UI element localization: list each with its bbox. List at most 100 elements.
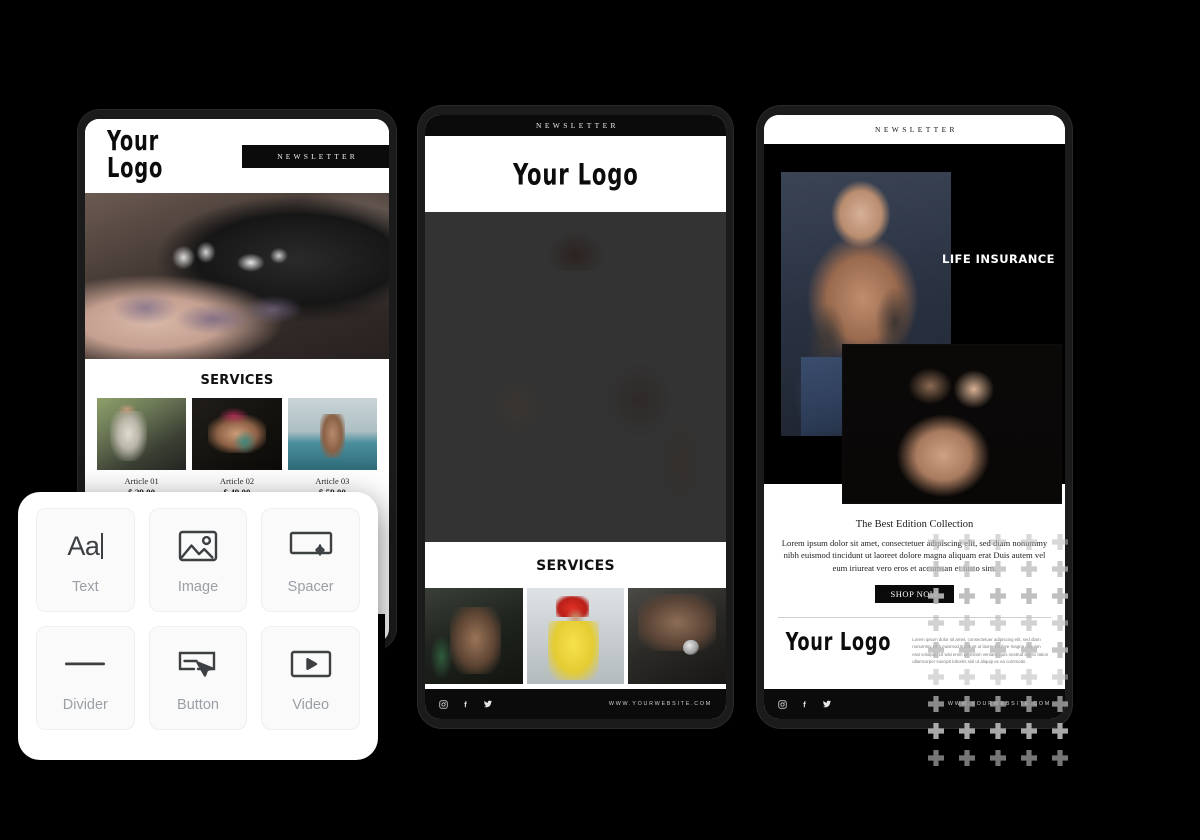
phone-b-screen: NEWSLETTER Your Logo SERVICES WWW.YOURWE… [425, 115, 726, 719]
phone-a-services-block: SERVICES [85, 359, 389, 398]
block-tile-image[interactable]: Image [148, 508, 248, 612]
phone-a-services-title: SERVICES [200, 373, 274, 388]
plus-shape [959, 750, 975, 766]
instagram-icon[interactable] [439, 699, 448, 709]
block-tile-text[interactable]: Aa Text [36, 508, 135, 612]
phone-mockup-right: NEWSLETTER LIFE INSURANCE The Best Editi… [757, 106, 1072, 728]
plus-shape [990, 588, 1006, 604]
plus-shape [1021, 642, 1037, 658]
phone-b-gallery [425, 588, 726, 684]
plus-shape [928, 669, 944, 685]
plus-shape [959, 534, 975, 550]
plus-shape [928, 588, 944, 604]
block-tile-spacer[interactable]: Spacer [261, 508, 360, 612]
text-aa-icon: Aa [67, 525, 104, 567]
plus-shape [928, 534, 944, 550]
block-tile-label: Button [177, 697, 219, 713]
article-card[interactable]: Article 03 $ 59.00 [287, 398, 377, 498]
article-thumb [192, 398, 282, 470]
block-picker-panel: Aa Text Image Spacer Divider Button Vide… [18, 492, 378, 760]
phone-c-logo: Your Logo [785, 628, 892, 657]
article-card[interactable]: Article 02 $ 49.00 [192, 398, 282, 498]
article-name: Article 01 [124, 476, 159, 486]
plus-shape [928, 696, 944, 712]
plus-shape [928, 615, 944, 631]
phone-b-footer: WWW.YOURWEBSITE.COM [425, 689, 726, 719]
plus-shape [990, 615, 1006, 631]
twitter-icon[interactable] [822, 699, 832, 709]
block-tile-video[interactable]: Video [261, 626, 360, 730]
phone-c-body-block: The Best Edition Collection Lorem ipsum … [764, 484, 1065, 665]
divider-icon [63, 643, 107, 685]
phone-c-headline: LIFE INSURANCE [942, 252, 1055, 266]
plus-shape [990, 561, 1006, 577]
plus-shape [990, 696, 1006, 712]
spacer-icon [289, 525, 333, 567]
plus-shape [1021, 534, 1037, 550]
twitter-icon[interactable] [483, 699, 493, 709]
plus-shape [1052, 750, 1068, 766]
gallery-item[interactable] [425, 588, 523, 684]
article-card[interactable]: Article 01 $ 29.00 [97, 398, 187, 498]
plus-shape [1021, 750, 1037, 766]
plus-shape [1052, 534, 1068, 550]
phone-c-overlay-image [842, 344, 1062, 504]
plus-shape [959, 723, 975, 739]
gallery-item[interactable] [628, 588, 726, 684]
plus-shape [959, 561, 975, 577]
image-icon [178, 525, 218, 567]
plus-shape [928, 561, 944, 577]
video-play-icon [289, 643, 333, 685]
plus-shape [928, 723, 944, 739]
block-tile-divider[interactable]: Divider [36, 626, 135, 730]
plus-shape [928, 750, 944, 766]
plus-shape [959, 615, 975, 631]
article-thumb [287, 398, 377, 470]
plus-shape [1052, 642, 1068, 658]
phone-b-social-row [439, 699, 493, 709]
phone-c-bottom-block: Your Logo Lorem ipsum dolor sit amet, co… [764, 618, 1065, 665]
plus-shape [959, 696, 975, 712]
article-thumb [97, 398, 187, 470]
plus-shape [1052, 723, 1068, 739]
plus-shape [990, 669, 1006, 685]
phone-c-social-row [778, 699, 832, 709]
phone-b-hero-image [425, 212, 726, 542]
phone-a-logo: Your Logo [107, 126, 164, 185]
plus-shape [959, 588, 975, 604]
plus-shape [1021, 696, 1037, 712]
article-name: Article 03 [315, 476, 350, 486]
phone-a-newsletter-chip: NEWSLETTER [242, 144, 389, 168]
plus-shape [1021, 723, 1037, 739]
block-tile-label: Image [177, 579, 219, 595]
article-name: Article 02 [219, 476, 255, 486]
block-tile-button[interactable]: Button [148, 626, 248, 730]
plus-shape [959, 669, 975, 685]
block-tile-label: Divider [62, 697, 108, 713]
block-tile-label: Video [292, 697, 330, 713]
plus-shape [990, 642, 1006, 658]
plus-shape [959, 642, 975, 658]
phone-a-article-grid: Article 01 $ 29.00 Article 02 $ 49.00 Ar… [85, 398, 389, 498]
phone-b-services-title: SERVICES [536, 558, 615, 574]
phone-a-hero-image [85, 193, 389, 359]
block-tile-label: Text [72, 579, 99, 595]
gallery-item[interactable] [526, 588, 625, 684]
plus-shape [1021, 588, 1037, 604]
phone-c-screen: NEWSLETTER LIFE INSURANCE The Best Editi… [764, 115, 1065, 719]
phone-c-newsletter-bar: NEWSLETTER [764, 115, 1065, 144]
plus-shape [990, 750, 1006, 766]
phone-c-hero-block: LIFE INSURANCE [764, 144, 1065, 504]
phone-mockup-center: NEWSLETTER Your Logo SERVICES WWW.YOURWE… [418, 106, 733, 728]
phone-b-newsletter-bar: NEWSLETTER [425, 115, 726, 136]
block-picker-grid: Aa Text Image Spacer Divider Button Vide… [36, 508, 360, 730]
scene-root: Your Logo NEWSLETTER SERVICES Article 01… [0, 0, 1200, 840]
facebook-icon[interactable] [800, 700, 809, 709]
phone-b-logo: Your Logo [512, 156, 639, 192]
plus-shape [1052, 696, 1068, 712]
instagram-icon[interactable] [778, 699, 787, 709]
phone-b-logo-block: Your Logo [425, 136, 726, 212]
phone-a-header: Your Logo NEWSLETTER [85, 119, 389, 193]
facebook-icon[interactable] [461, 700, 470, 709]
phone-c-body-title: The Best Edition Collection [855, 519, 974, 530]
